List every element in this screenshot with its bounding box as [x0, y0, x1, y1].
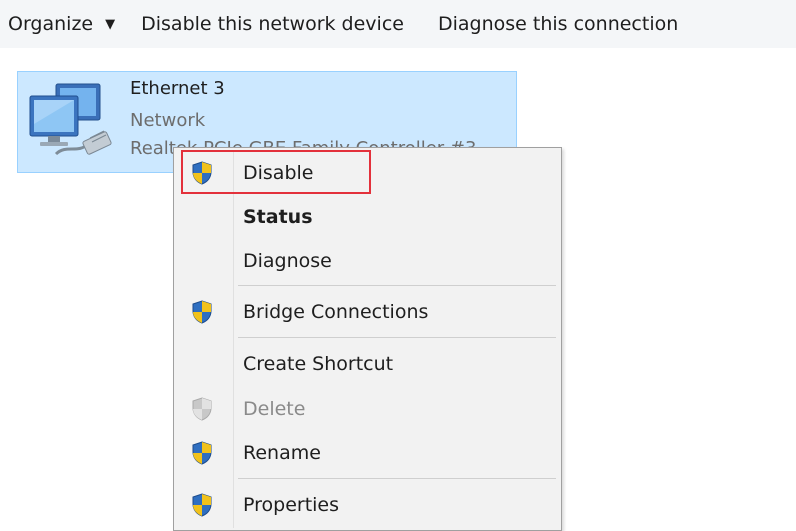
uac-shield-icon [192, 397, 212, 421]
command-bar: Organize ▼ Disable this network device D… [0, 0, 796, 48]
menu-item-properties[interactable]: Properties [176, 483, 559, 527]
menu-item-label: Status [243, 206, 313, 228]
uac-shield-icon [192, 161, 212, 185]
uac-shield-icon [192, 441, 212, 465]
menu-item-status[interactable]: Status [176, 195, 559, 239]
menu-item-label: Rename [243, 442, 321, 464]
menu-separator [238, 285, 556, 286]
diagnose-connection-label: Diagnose this connection [437, 13, 679, 35]
menu-item-diagnose[interactable]: Diagnose [176, 239, 559, 283]
disable-network-device-label: Disable this network device [141, 13, 404, 35]
disable-network-device-button[interactable]: Disable this network device [141, 13, 404, 35]
menu-item-label: Delete [243, 398, 306, 420]
network-adapter-icon [29, 83, 112, 156]
menu-item-label: Disable [243, 162, 314, 184]
menu-item-label: Bridge Connections [243, 301, 429, 323]
menu-item-label: Create Shortcut [243, 353, 394, 375]
menu-separator [238, 478, 556, 479]
organize-label: Organize [8, 13, 94, 35]
dropdown-arrow-icon: ▼ [105, 16, 116, 32]
menu-item-rename[interactable]: Rename [176, 431, 559, 475]
menu-separator [238, 337, 556, 338]
context-menu: Disable Status Diagnose Bridge Connectio… [173, 147, 562, 531]
connection-name: Ethernet 3 [130, 78, 225, 99]
menu-item-disable[interactable]: Disable [176, 151, 559, 195]
menu-item-bridge-connections[interactable]: Bridge Connections [176, 290, 559, 334]
diagnose-connection-button[interactable]: Diagnose this connection [438, 13, 678, 35]
menu-item-label: Diagnose [243, 250, 332, 272]
uac-shield-icon [192, 300, 212, 324]
menu-item-label: Properties [243, 494, 340, 516]
connection-status: Network [130, 110, 206, 131]
organize-menu-button[interactable]: Organize ▼ [8, 13, 115, 35]
uac-shield-icon [192, 493, 212, 517]
menu-item-delete: Delete [176, 387, 559, 431]
menu-item-create-shortcut[interactable]: Create Shortcut [176, 342, 559, 386]
